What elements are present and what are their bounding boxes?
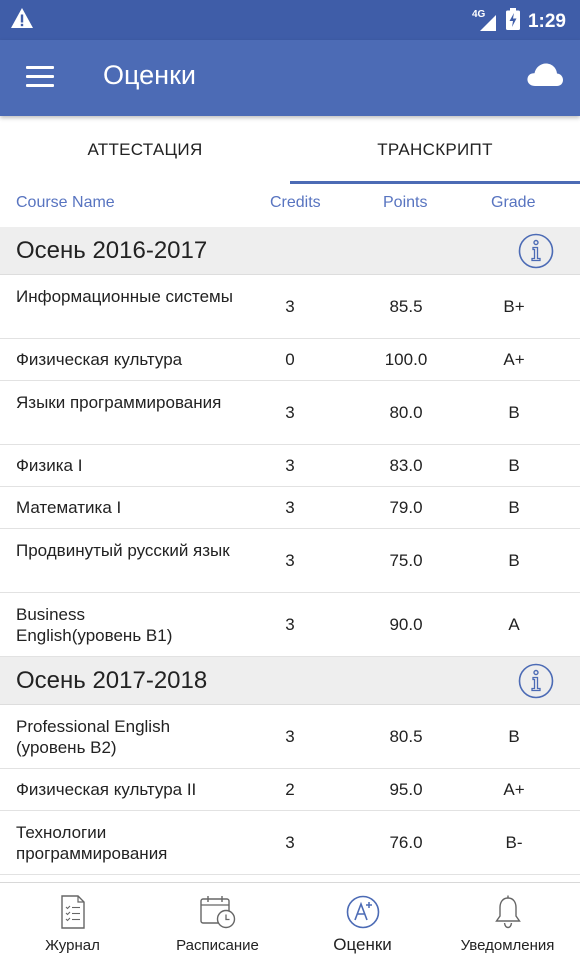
course-credits: 3: [285, 497, 295, 517]
tab-attestation[interactable]: АТТЕСТАЦИЯ: [0, 116, 290, 184]
info-icon[interactable]: [518, 663, 554, 699]
course-name: Технологии программирования: [16, 823, 168, 863]
semester-label: Осень 2017-2018: [16, 667, 208, 694]
signal-icon: 4G: [472, 9, 498, 33]
course-grade: B-: [505, 832, 523, 852]
course-credits: 3: [285, 550, 295, 570]
journal-icon: [60, 895, 85, 929]
course-name: Математика I: [16, 498, 122, 517]
semester-header: Осень 2016-2017: [0, 227, 580, 275]
course-name: Языки программирования: [16, 393, 222, 412]
course-row[interactable]: Физическая культура II 2 95.0 A+: [0, 769, 580, 811]
course-row[interactable]: Информационные системы 3 85.5 B+: [0, 275, 580, 339]
course-row[interactable]: Продвинутый русский язык 3 75.0 B: [0, 529, 580, 593]
course-points: 76.0: [389, 832, 423, 852]
clock: 1:29: [527, 11, 566, 32]
nav-notifications-label: Уведомления: [460, 937, 555, 954]
grade-icon: [346, 895, 379, 929]
course-credits: 0: [285, 349, 295, 369]
course-points: 75.0: [389, 550, 423, 570]
course-credits: 3: [285, 402, 295, 422]
course-row[interactable]: Professional English (уровень B2) 3 80.5…: [0, 705, 580, 769]
course-grade: A: [508, 614, 520, 634]
course-row[interactable]: Технологии программирования 3 76.0 B-: [0, 811, 580, 875]
course-points: 85.5: [389, 296, 423, 316]
course-grade: A+: [503, 349, 525, 369]
course-row[interactable]: Математика I 3 79.0 B: [0, 487, 580, 529]
column-grade: Grade: [491, 194, 536, 211]
bottom-navigation: Журнал Расписание Оценки Уведомления: [0, 882, 580, 960]
course-row[interactable]: Физика I 3 83.0 B: [0, 445, 580, 487]
nav-journal[interactable]: Журнал: [0, 883, 145, 960]
course-credits: 3: [285, 832, 295, 852]
nav-journal-label: Журнал: [45, 937, 100, 954]
course-name: Физика I: [16, 456, 83, 475]
course-grade: A+: [503, 779, 525, 799]
course-row[interactable]: Физическая культура 0 100.0 A+: [0, 339, 580, 381]
warning-icon: [10, 7, 34, 34]
course-row[interactable]: Business English(уровень B1) 3 90.0 A: [0, 593, 580, 657]
column-credits: Credits: [270, 194, 321, 211]
course-points: 100.0: [384, 349, 428, 369]
course-grade: B: [508, 455, 520, 475]
course-points: 80.0: [389, 402, 423, 422]
course-grade: B: [508, 550, 520, 570]
course-points: 79.0: [389, 497, 423, 517]
nav-grades[interactable]: Оценки: [290, 883, 435, 960]
course-points: 80.5: [389, 726, 423, 746]
column-header: Course Name Credits Points Grade: [0, 184, 580, 226]
info-icon[interactable]: [518, 233, 554, 269]
course-credits: 3: [285, 455, 295, 475]
page-title: Оценки: [103, 60, 196, 90]
course-name: Физическая культура II: [16, 780, 197, 799]
course-points: 83.0: [389, 455, 423, 475]
course-points: 95.0: [389, 779, 423, 799]
course-credits: 3: [285, 296, 295, 316]
app-bar: Оценки: [0, 40, 580, 116]
nav-schedule-label: Расписание: [176, 937, 259, 954]
course-name: Информационные системы: [16, 287, 233, 306]
nav-schedule[interactable]: Расписание: [145, 883, 290, 960]
network-type: 4G: [471, 9, 486, 20]
column-points: Points: [383, 194, 428, 211]
calendar-clock-icon: [199, 896, 235, 929]
semester-label: Осень 2016-2017: [16, 237, 208, 264]
cloud-icon[interactable]: [526, 60, 564, 93]
tab-transcript[interactable]: ТРАНСКРИПТ: [290, 116, 580, 184]
course-points: 90.0: [389, 614, 423, 634]
column-course-name: Course Name: [16, 194, 115, 211]
course-credits: 3: [285, 614, 295, 634]
battery-icon: [505, 8, 520, 36]
course-credits: 3: [285, 726, 295, 746]
course-name: Продвинутый русский язык: [16, 541, 230, 560]
tab-bar: АТТЕСТАЦИЯ ТРАНСКРИПТ: [0, 116, 580, 184]
course-credits: 2: [285, 779, 295, 799]
course-row[interactable]: Языки программирования 3 80.0 B: [0, 381, 580, 445]
bell-icon: [494, 895, 521, 929]
course-grade: B: [508, 497, 520, 517]
course-grade: B: [508, 402, 520, 422]
course-grade: B: [508, 726, 520, 746]
nav-notifications[interactable]: Уведомления: [435, 883, 580, 960]
course-grade: B+: [503, 296, 525, 316]
status-bar: 4G 1:29: [0, 0, 580, 40]
semester-header: Осень 2017-2018: [0, 657, 580, 705]
course-name: Professional English (уровень B2): [16, 717, 171, 757]
transcript-list[interactable]: Осень 2016-2017 Информационные системы 3…: [0, 227, 580, 882]
course-name: Business English(уровень B1): [16, 605, 173, 645]
course-name: Физическая культура: [16, 350, 183, 369]
menu-icon[interactable]: [26, 66, 54, 88]
nav-grades-label: Оценки: [333, 935, 392, 954]
